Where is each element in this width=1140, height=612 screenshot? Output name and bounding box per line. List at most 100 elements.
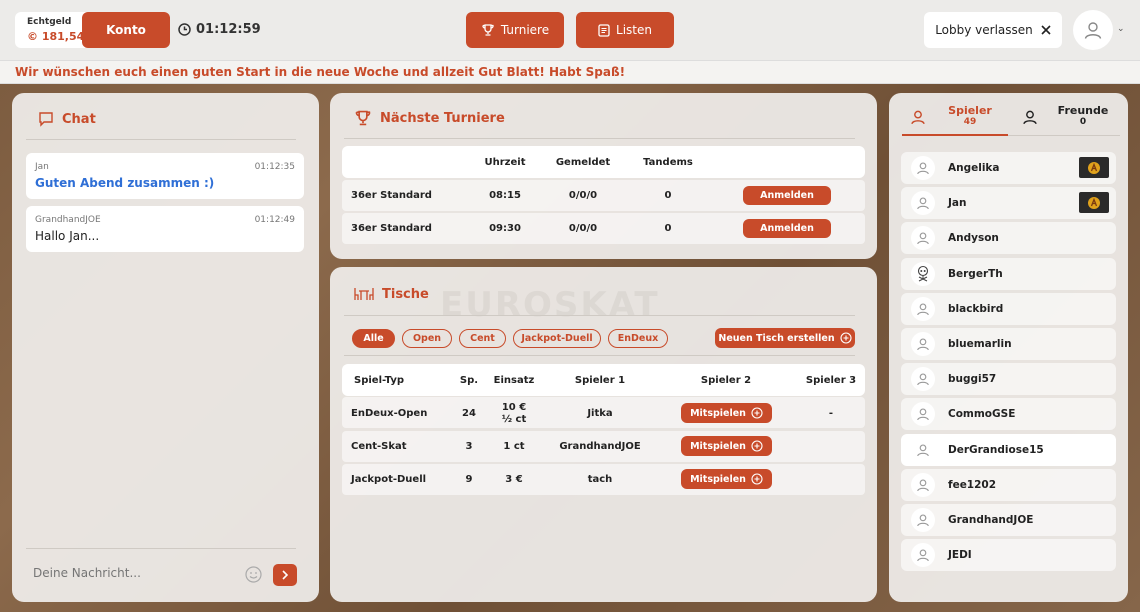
avatar — [911, 226, 935, 251]
achievement-badge-icon — [1088, 196, 1100, 209]
mitspielen-button[interactable]: Mitspielen — [681, 403, 772, 423]
tournaments-divider — [344, 138, 855, 139]
game-stake-secondary: ½ ct — [501, 414, 527, 425]
plus-circle-icon — [751, 407, 763, 419]
player-name: blackbird — [948, 302, 1004, 315]
header-einsatz: Einsatz — [493, 375, 535, 386]
tab-freunde[interactable]: Freunde 0 — [1012, 104, 1120, 127]
mitspielen-label: Mitspielen — [690, 407, 746, 419]
create-table-button[interactable]: Neuen Tisch erstellen — [715, 328, 855, 348]
filter-jackpot-duell[interactable]: Jackpot-Duell — [513, 329, 601, 348]
turniere-label: Turniere — [500, 23, 550, 37]
tables-filter-divider — [344, 355, 855, 356]
chevron-down-icon[interactable]: ⌄ — [1117, 24, 1125, 34]
chat-message-input[interactable] — [33, 566, 238, 580]
list-item[interactable]: JEDI — [901, 539, 1116, 572]
header-uhrzeit: Uhrzeit — [484, 157, 526, 168]
tab-divider — [1008, 135, 1120, 136]
anmelden-button[interactable]: Anmelden — [743, 186, 831, 205]
tab-spieler[interactable]: Spieler 49 — [902, 104, 1008, 127]
header-spieler-3: Spieler 3 — [805, 375, 857, 386]
emoji-icon[interactable] — [245, 566, 262, 583]
avatar — [911, 437, 935, 462]
avatar — [911, 472, 935, 497]
mitspielen-label: Mitspielen — [690, 440, 746, 452]
tables-divider — [344, 315, 855, 316]
game-players-count: 3 — [465, 441, 473, 452]
tournament-registered: 0/0/0 — [568, 223, 598, 234]
filter-endeux[interactable]: EnDeux — [608, 329, 668, 348]
tournament-time: 09:30 — [489, 223, 521, 234]
list-item[interactable]: GrandhandJOE — [901, 504, 1116, 536]
tables-title-text: Tische — [382, 286, 429, 302]
listen-button[interactable]: Listen — [576, 12, 674, 48]
list-item[interactable]: buggi57 — [901, 363, 1116, 396]
user-icon — [917, 162, 929, 175]
list-item[interactable]: CommoGSE — [901, 398, 1116, 431]
close-icon — [1041, 25, 1051, 35]
filter-open[interactable]: Open — [402, 329, 452, 348]
turniere-button[interactable]: Turniere — [466, 12, 564, 48]
header-spiel-typ: Spiel-Typ — [354, 375, 404, 386]
lobby-leave-button[interactable]: Lobby verlassen — [924, 12, 1062, 48]
list-item[interactable]: Andyson — [901, 222, 1116, 255]
avatar — [911, 296, 935, 321]
wallet-value: © 181,54 — [27, 30, 85, 43]
avatar — [911, 402, 935, 427]
header-gemeldet: Gemeldet — [555, 157, 611, 168]
game-player-1: tach — [587, 474, 613, 485]
chat-message-time: 01:12:35 — [254, 162, 295, 172]
euroskat-watermark: EUROSKAT — [440, 285, 660, 325]
user-icon — [917, 373, 929, 386]
list-item[interactable]: bluemarlin — [901, 328, 1116, 360]
header-spieler-2: Spieler 2 — [700, 375, 752, 386]
game-stake: 10 € — [501, 402, 527, 413]
konto-button[interactable]: Konto — [82, 12, 170, 48]
filter-alle[interactable]: Alle — [352, 329, 395, 348]
game-stake: 3 € — [505, 474, 523, 485]
achievement-badge-icon — [1088, 161, 1100, 174]
user-icon — [911, 110, 925, 125]
player-name: Angelika — [948, 162, 1000, 174]
tournament-time: 08:15 — [489, 190, 521, 201]
list-item[interactable]: Jan — [901, 187, 1116, 220]
send-button[interactable] — [273, 564, 297, 586]
announcement-banner: Wir wünschen euch einen guten Start in d… — [0, 60, 1140, 84]
mitspielen-button[interactable]: Mitspielen — [681, 436, 772, 456]
list-item[interactable]: BergerTh — [901, 257, 1116, 290]
chat-message: Jan 01:12:35 Guten Abend zusammen :) — [26, 153, 304, 199]
list-item[interactable]: Angelika — [901, 152, 1116, 184]
mitspielen-button[interactable]: Mitspielen — [681, 469, 772, 489]
trophy-icon — [355, 110, 371, 126]
game-player-1: GrandhandJOE — [559, 441, 641, 452]
chat-message-user: Jan — [35, 162, 49, 172]
trophy-icon — [482, 24, 494, 36]
tournament-tandems: 0 — [664, 223, 672, 234]
game-type: EnDeux-Open — [351, 408, 428, 419]
game-player-1: Jitka — [587, 408, 613, 419]
chevron-right-icon — [282, 570, 289, 580]
player-name: fee1202 — [948, 478, 997, 491]
user-icon — [917, 338, 929, 351]
avatar — [911, 543, 935, 568]
game-player-3: - — [828, 408, 834, 419]
filter-cent[interactable]: Cent — [459, 329, 506, 348]
chat-message: GrandhandJOE 01:12:49 Hallo Jan... — [26, 206, 304, 252]
user-avatar[interactable] — [1073, 10, 1113, 50]
user-icon — [1023, 110, 1037, 125]
list-item[interactable]: DerGrandiose15 — [901, 433, 1116, 466]
tournaments-title-text: Nächste Turniere — [380, 110, 505, 126]
plus-circle-icon — [840, 332, 852, 344]
tables-title: Tische — [354, 286, 429, 302]
list-icon — [598, 23, 610, 37]
header-sp: Sp. — [459, 375, 479, 386]
list-item[interactable]: fee1202 — [901, 468, 1116, 501]
player-name: buggi57 — [948, 373, 997, 386]
avatar — [911, 156, 935, 180]
anmelden-button[interactable]: Anmelden — [743, 219, 831, 238]
tournament-registered: 0/0/0 — [568, 190, 598, 201]
list-item[interactable]: blackbird — [901, 292, 1116, 325]
tournaments-title: Nächste Turniere — [354, 109, 505, 127]
chat-title: Chat — [38, 111, 96, 127]
tournament-name: 36er Standard — [351, 223, 432, 234]
